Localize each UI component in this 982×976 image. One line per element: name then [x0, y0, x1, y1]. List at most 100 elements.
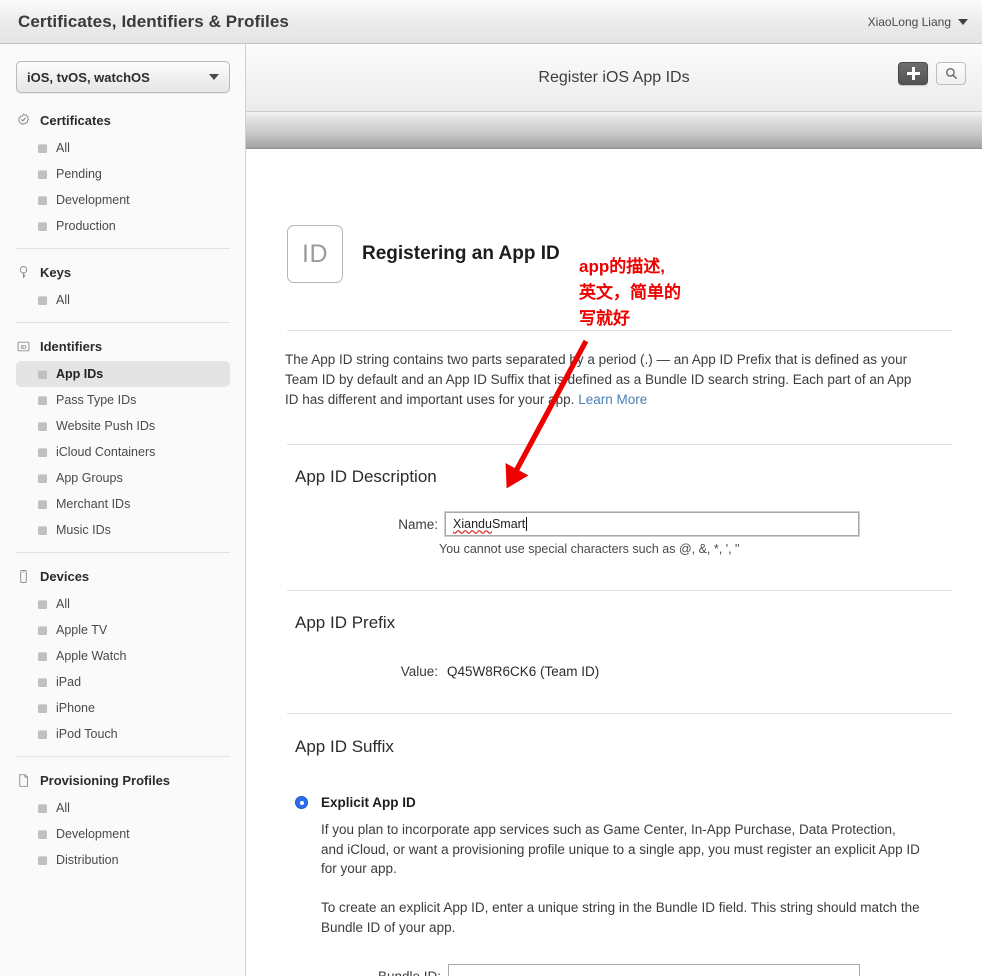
sidebar: iOS, tvOS, watchOS Certificates All Pendin…: [0, 44, 246, 976]
window-titlebar: Certificates, Identifiers & Profiles Xia…: [0, 0, 982, 44]
sidebar-item-label: All: [56, 597, 70, 611]
content-area: Register iOS App IDs ID Registering an A…: [246, 44, 982, 976]
sidebar-item-label: All: [56, 141, 70, 155]
bundle-field-row: Bundle ID:: [356, 964, 860, 976]
certificate-seal-icon: [16, 113, 31, 128]
prefix-value-row: Value: Q45W8R6CK6 (Team ID): [386, 664, 600, 679]
section-title-prefix: App ID Prefix: [295, 613, 396, 632]
square-bullet-icon: [38, 143, 47, 153]
page-title-header: Certificates, Identifiers & Profiles: [18, 12, 289, 31]
nav-divider: [16, 322, 230, 323]
sidebar-item-pass-type-ids[interactable]: Pass Type IDs: [16, 387, 230, 413]
document-icon: [16, 773, 31, 788]
search-button[interactable]: [936, 62, 966, 85]
sidebar-item-label: iPad: [56, 675, 82, 689]
sidebar-item-music-ids[interactable]: Music IDs: [16, 517, 230, 543]
sidebar-item-label: Website Push IDs: [56, 419, 156, 433]
text-cursor: [526, 517, 528, 531]
device-phone-icon: [16, 569, 31, 584]
name-input-value-first: Xiandu: [453, 517, 492, 531]
svg-text:ID: ID: [21, 345, 27, 351]
sidebar-item-apple-tv[interactable]: Apple TV: [16, 617, 230, 643]
sidebar-item-all[interactable]: All: [16, 135, 230, 161]
explicit-paragraph-2: To create an explicit App ID, enter a un…: [321, 900, 920, 935]
content-gradient-bar: [246, 112, 982, 149]
sidebar-item-label: Distribution: [56, 853, 119, 867]
explicit-paragraph-1: If you plan to incorporate app services …: [321, 822, 920, 876]
sidebar-item-label: Development: [56, 827, 130, 841]
sidebar-item-production[interactable]: Production: [16, 213, 230, 239]
name-field-row: Name: Xiandu Smart: [386, 512, 859, 536]
square-bullet-icon: [38, 703, 47, 713]
nav-divider: [16, 552, 230, 553]
content-header-title: Register iOS App IDs: [538, 69, 690, 86]
sidebar-item-label: Music IDs: [56, 523, 111, 537]
prefix-value-label: Value:: [400, 664, 438, 679]
square-bullet-icon: [38, 729, 47, 739]
sidebar-nav: Certificates All Pending Development Product…: [0, 106, 245, 873]
chevron-down-icon: [958, 19, 968, 25]
nav-section-label: Certificates: [40, 113, 111, 128]
nav-section-label: Identifiers: [40, 339, 103, 354]
sidebar-item-ipod-touch[interactable]: iPod Touch: [16, 721, 230, 747]
sidebar-item-all[interactable]: All: [16, 591, 230, 617]
sidebar-item-ipad[interactable]: iPad: [16, 669, 230, 695]
account-menu[interactable]: XiaoLong Liang: [868, 15, 968, 29]
section-title-suffix: App ID Suffix: [295, 737, 394, 756]
sidebar-item-website-push-ids[interactable]: Website Push IDs: [16, 413, 230, 439]
sidebar-item-all[interactable]: All: [16, 287, 230, 313]
form-body: ID Registering an App ID The App ID stri…: [246, 150, 982, 976]
page-heading-group: ID Registering an App ID: [287, 225, 560, 283]
sidebar-item-icloud-containers[interactable]: iCloud Containers: [16, 439, 230, 465]
sidebar-item-all[interactable]: All: [16, 795, 230, 821]
square-bullet-icon: [38, 473, 47, 483]
divider: [287, 444, 952, 445]
divider: [287, 330, 952, 331]
nav-divider: [16, 756, 230, 757]
sidebar-item-label: Development: [56, 193, 130, 207]
account-name-label: XiaoLong Liang: [867, 15, 951, 29]
radio-explicit-app-id[interactable]: [295, 796, 308, 809]
square-bullet-icon: [38, 829, 47, 839]
add-button[interactable]: [898, 62, 928, 85]
sidebar-item-development[interactable]: Development: [16, 821, 230, 847]
section-title-description: App ID Description: [295, 467, 437, 486]
bundle-id-input[interactable]: [448, 964, 860, 976]
square-bullet-icon: [38, 855, 47, 865]
intro-paragraph: The App ID string contains two parts sep…: [285, 350, 925, 410]
sidebar-item-distribution[interactable]: Distribution: [16, 847, 230, 873]
square-bullet-icon: [38, 525, 47, 535]
nav-divider: [16, 248, 230, 249]
learn-more-link[interactable]: Learn More: [578, 392, 647, 407]
square-bullet-icon: [38, 625, 47, 635]
nav-section-label: Provisioning Profiles: [40, 773, 171, 788]
content-toolbar: Register iOS App IDs: [246, 44, 982, 112]
sidebar-item-label: Apple TV: [56, 623, 108, 637]
square-bullet-icon: [38, 499, 47, 509]
app-window: Certificates, Identifiers & Profiles Xia…: [0, 0, 982, 976]
sidebar-item-label: iCloud Containers: [56, 445, 156, 459]
sidebar-item-merchant-ids[interactable]: Merchant IDs: [16, 491, 230, 517]
sidebar-item-label: App Groups: [56, 471, 123, 485]
square-bullet-icon: [38, 599, 47, 609]
sidebar-item-iphone[interactable]: iPhone: [16, 695, 230, 721]
nav-section-certificates: Certificates: [0, 106, 245, 135]
sidebar-item-app-groups[interactable]: App Groups: [16, 465, 230, 491]
page-title: Registering an App ID: [362, 243, 560, 264]
name-input[interactable]: Xiandu Smart: [445, 512, 859, 536]
square-bullet-icon: [38, 395, 47, 405]
toolbar-button-group: [898, 62, 966, 85]
sidebar-item-apple-watch[interactable]: Apple Watch: [16, 643, 230, 669]
square-bullet-icon: [38, 369, 47, 379]
sidebar-item-label: All: [56, 293, 70, 307]
sidebar-item-label: Production: [56, 219, 116, 233]
nav-section-identifiers: ID Identifiers: [0, 332, 245, 361]
square-bullet-icon: [38, 295, 47, 305]
platform-select[interactable]: iOS, tvOS, watchOS: [16, 61, 230, 93]
sidebar-item-app-ids[interactable]: App IDs: [16, 361, 230, 387]
sidebar-item-development[interactable]: Development: [16, 187, 230, 213]
square-bullet-icon: [38, 803, 47, 813]
sidebar-item-label: Apple Watch: [56, 649, 127, 663]
sidebar-item-pending[interactable]: Pending: [16, 161, 230, 187]
square-bullet-icon: [38, 677, 47, 687]
